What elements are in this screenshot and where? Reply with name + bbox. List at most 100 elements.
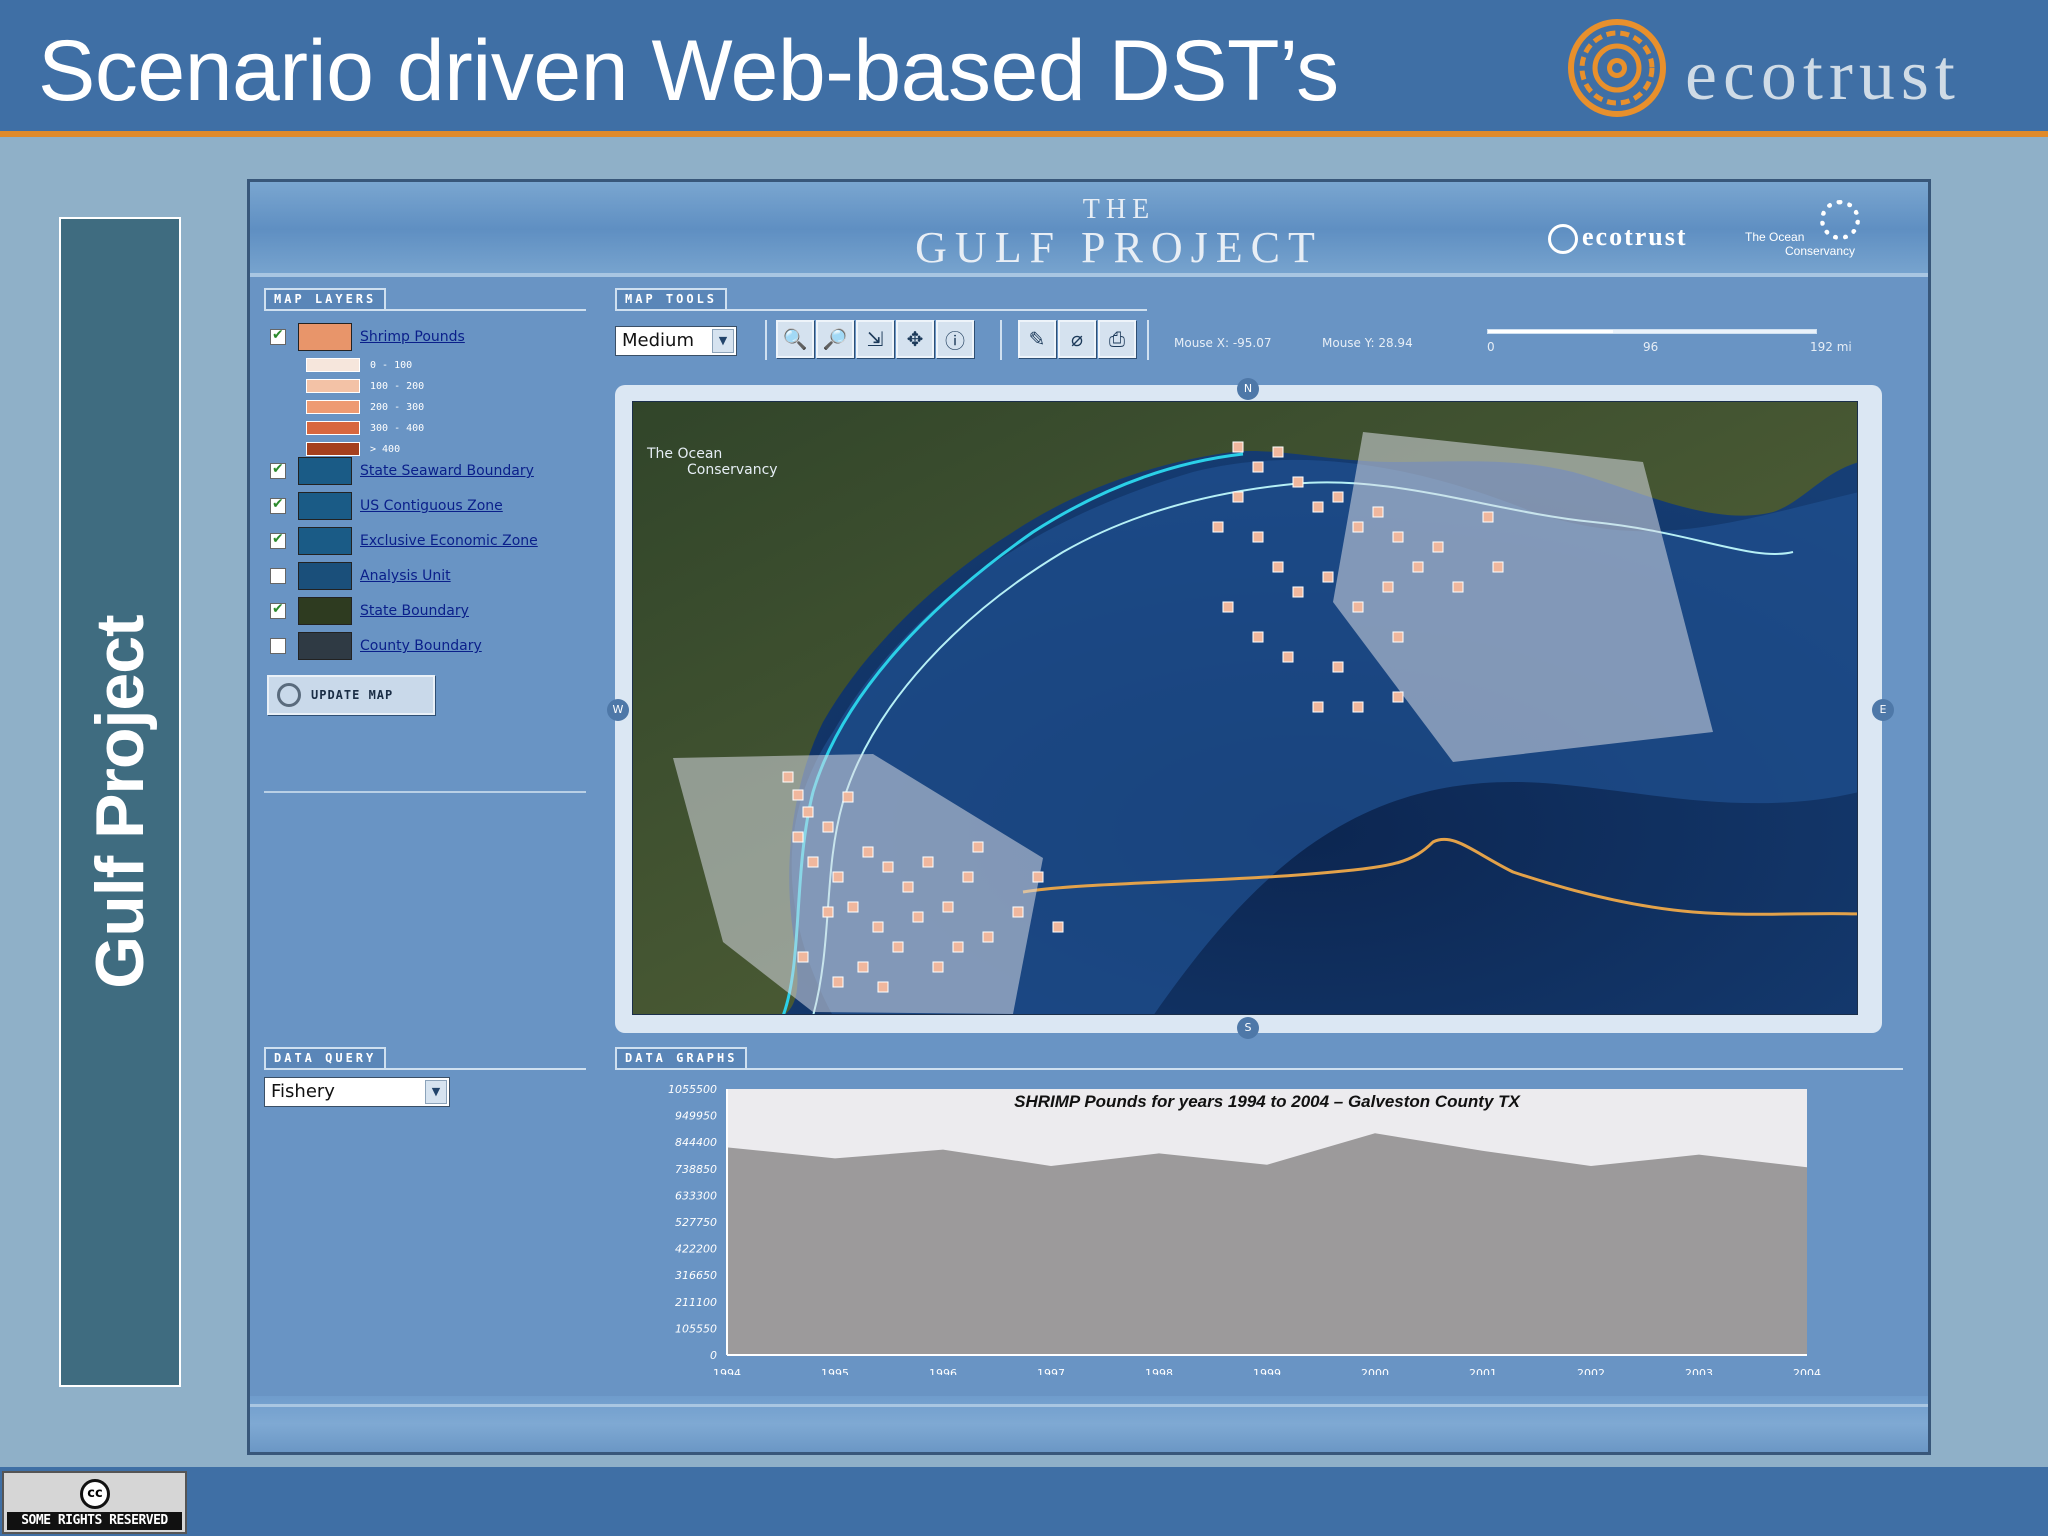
zoom-in-icon[interactable]: 🔍 [776, 320, 814, 358]
side-label-panel: Gulf Project [59, 217, 181, 1387]
shrimp-chart: 1055500 949950 844400 738850 633300 527750 422… [615, 1075, 1905, 1380]
layer-checkbox[interactable] [270, 461, 286, 479]
draw-tool-icon[interactable]: ✎ [1018, 320, 1056, 358]
layer-checkbox[interactable] [270, 568, 286, 584]
layer-name-link[interactable]: Analysis Unit [360, 568, 451, 584]
app-header: THE GULF PROJECT ecotrust The Ocean Cons… [250, 182, 1928, 277]
layer-name-link[interactable]: State Boundary [360, 603, 469, 619]
chart-x-tick-label: 1994 [713, 1367, 741, 1375]
chart-y-tick-label: 422200 [675, 1243, 717, 1256]
header-ecotrust-logo: ecotrust [1548, 222, 1688, 255]
layer-swatch-icon [298, 457, 352, 485]
data-query-tab: DATA QUERY [264, 1047, 387, 1069]
legend-row: 100 - 200 [306, 378, 424, 394]
layer-name-link[interactable]: Exclusive Economic Zone [360, 533, 538, 549]
chart-y-tick-label: 316650 [675, 1269, 717, 1282]
layer-row: Exclusive Economic Zone [270, 527, 538, 555]
pan-east-button[interactable]: E [1872, 699, 1894, 721]
scale-bar [1487, 329, 1817, 334]
layer-checkbox[interactable] [270, 327, 286, 345]
app-title: GULF PROJECT [915, 223, 1323, 272]
toolbar-separator [1147, 320, 1149, 360]
legend-label: 300 - 400 [370, 422, 425, 434]
map-watermark: The Ocean Conservancy [647, 446, 778, 478]
zoom-out-icon[interactable]: 🔎 [816, 320, 854, 358]
chart-x-tick-label: 2001 [1469, 1367, 1497, 1375]
data-query-rule [264, 1068, 586, 1070]
ecotrust-logo-icon [1568, 19, 1666, 117]
layer-name-link[interactable]: US Contiguous Zone [360, 498, 503, 514]
mouse-x-readout: Mouse X: -95.07 [1174, 336, 1272, 350]
legend-swatch [306, 421, 360, 435]
toolbar-separator [765, 320, 767, 360]
legend-label: 200 - 300 [370, 401, 425, 413]
layers-panel-bottom-rule [264, 791, 586, 793]
data-graphs-tab: DATA GRAPHS [615, 1047, 748, 1069]
legend-label: 0 - 100 [370, 359, 413, 371]
legend-row: 300 - 400 [306, 420, 424, 436]
chart-x-tick-label: 1997 [1037, 1367, 1065, 1375]
chart-y-tick-label: 844400 [675, 1136, 717, 1149]
chart-area-series [727, 1133, 1807, 1355]
layer-row: County Boundary [270, 632, 482, 660]
export-icon[interactable]: ⎙ [1098, 320, 1136, 358]
gulf-map-canvas [633, 402, 1857, 1014]
header-toc-line1: The Ocean [1745, 230, 1805, 244]
chart-x-tick-label: 2003 [1685, 1367, 1713, 1375]
shrimp-chart-svg: 1055500949950844400738850633300527750422… [668, 1083, 1821, 1380]
layer-name-link[interactable]: Shrimp Pounds [360, 329, 465, 345]
layer-checkbox[interactable] [270, 496, 286, 514]
map-size-value: Medium [622, 330, 694, 351]
layer-swatch-icon [298, 527, 352, 555]
legend-swatch [306, 358, 360, 372]
update-map-button[interactable]: UPDATE MAP [267, 675, 435, 715]
chart-y-tick-label: 738850 [675, 1163, 717, 1176]
legend-swatch [306, 442, 360, 456]
layer-checkbox[interactable] [270, 601, 286, 619]
select-tool-icon[interactable]: ⌀ [1058, 320, 1096, 358]
pan-north-button[interactable]: N [1237, 378, 1259, 400]
layer-swatch-icon [298, 597, 352, 625]
data-graphs-rule [615, 1068, 1903, 1070]
ecotrust-logo-text: ecotrust [1685, 35, 1961, 115]
layer-name-link[interactable]: State Seaward Boundary [360, 463, 534, 479]
chart-x-tick-label: 1995 [821, 1367, 849, 1375]
identify-icon[interactable]: ⓘ [936, 320, 974, 358]
legend-swatch [306, 379, 360, 393]
header-toc-line2: Conservancy [1785, 244, 1856, 258]
map-tools-rule [615, 309, 1147, 311]
legend-row: > 400 [306, 441, 400, 457]
map-size-select[interactable]: Medium ▼ [615, 326, 737, 356]
layer-row: State Seaward Boundary [270, 457, 534, 485]
chart-y-tick-label: 633300 [675, 1189, 717, 1202]
toolbar-separator [1000, 320, 1002, 360]
data-query-value: Fishery [271, 1081, 335, 1102]
layer-checkbox[interactable] [270, 531, 286, 549]
slide-title: Scenario driven Web-based DST’s [38, 23, 1339, 119]
map-watermark-line1: The Ocean [647, 446, 723, 462]
chart-y-tick-label: 949950 [675, 1110, 717, 1123]
pan-west-button[interactable]: W [607, 699, 629, 721]
zoom-extent-icon[interactable]: ⇲ [856, 320, 894, 358]
chart-x-tick-label: 2000 [1361, 1367, 1389, 1375]
pan-south-button[interactable]: S [1237, 1017, 1259, 1039]
license-text: SOME RIGHTS RESERVED [7, 1512, 182, 1530]
layer-row: US Contiguous Zone [270, 492, 503, 520]
data-query-select[interactable]: Fishery ▼ [264, 1077, 450, 1107]
gulf-project-app: THE GULF PROJECT ecotrust The Ocean Cons… [247, 179, 1931, 1455]
chart-y-tick-label: 211100 [675, 1296, 717, 1309]
chart-x-tick-label: 1999 [1253, 1367, 1281, 1375]
app-footer-strip [250, 1396, 1928, 1452]
layer-swatch-icon [298, 323, 352, 351]
legend-row: 0 - 100 [306, 357, 412, 373]
scale-tick-2: 192 mi [1810, 340, 1852, 354]
pan-icon[interactable]: ✥ [896, 320, 934, 358]
map-view[interactable]: The Ocean Conservancy [632, 401, 1858, 1015]
layer-name-link[interactable]: County Boundary [360, 638, 482, 654]
layer-swatch-icon [298, 492, 352, 520]
side-label: Gulf Project [82, 615, 158, 989]
chart-y-tick-label: 105550 [675, 1322, 717, 1335]
chart-x-tick-label: 2002 [1577, 1367, 1605, 1375]
layer-row: State Boundary [270, 597, 469, 625]
layer-checkbox[interactable] [270, 638, 286, 654]
